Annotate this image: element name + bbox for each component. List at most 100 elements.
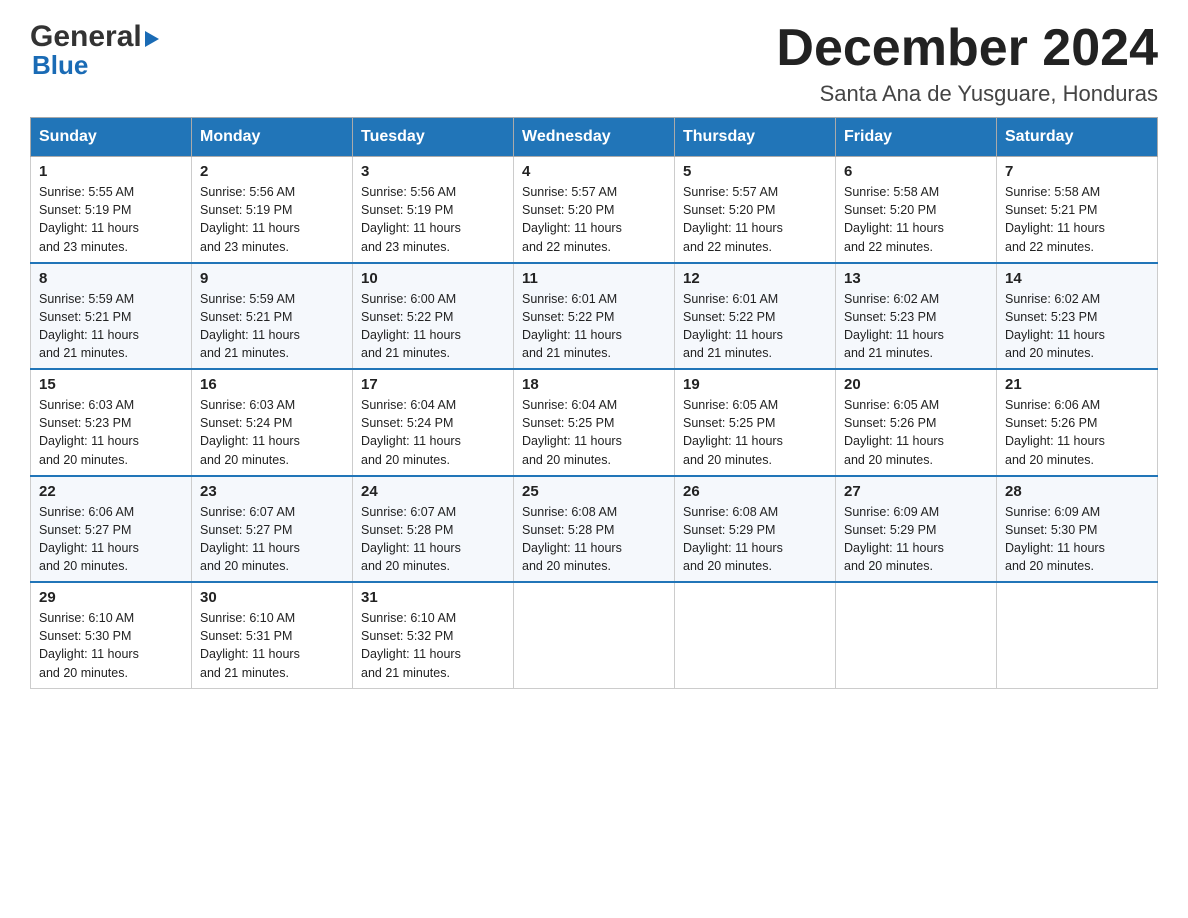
day-number-21: 21 bbox=[1005, 376, 1149, 393]
calendar-header-row: SundayMondayTuesdayWednesdayThursdayFrid… bbox=[31, 118, 1158, 157]
day-number-22: 22 bbox=[39, 483, 183, 500]
day-number-3: 3 bbox=[361, 163, 505, 180]
logo-blue: Blue bbox=[32, 50, 88, 81]
empty-cell bbox=[675, 582, 836, 688]
logo-general: General bbox=[30, 20, 142, 54]
day-info-9: Sunrise: 5:59 AMSunset: 5:21 PMDaylight:… bbox=[200, 290, 344, 363]
day-info-21: Sunrise: 6:06 AMSunset: 5:26 PMDaylight:… bbox=[1005, 396, 1149, 469]
day-info-24: Sunrise: 6:07 AMSunset: 5:28 PMDaylight:… bbox=[361, 503, 505, 576]
day-number-13: 13 bbox=[844, 270, 988, 287]
calendar-day-27: 27 Sunrise: 6:09 AMSunset: 5:29 PMDayligh… bbox=[836, 476, 997, 583]
calendar-day-8: 8 Sunrise: 5:59 AMSunset: 5:21 PMDaylight… bbox=[31, 263, 192, 370]
day-number-4: 4 bbox=[522, 163, 666, 180]
page-header: General Blue December 2024 Santa Ana de … bbox=[30, 20, 1158, 107]
day-number-25: 25 bbox=[522, 483, 666, 500]
calendar-day-6: 6 Sunrise: 5:58 AMSunset: 5:20 PMDaylight… bbox=[836, 157, 997, 263]
day-info-7: Sunrise: 5:58 AMSunset: 5:21 PMDaylight:… bbox=[1005, 183, 1149, 256]
day-info-23: Sunrise: 6:07 AMSunset: 5:27 PMDaylight:… bbox=[200, 503, 344, 576]
day-info-31: Sunrise: 6:10 AMSunset: 5:32 PMDaylight:… bbox=[361, 609, 505, 682]
day-number-7: 7 bbox=[1005, 163, 1149, 180]
calendar-day-1: 1Sunrise: 5:55 AMSunset: 5:19 PMDaylight… bbox=[31, 157, 192, 263]
calendar-day-20: 20 Sunrise: 6:05 AMSunset: 5:26 PMDayligh… bbox=[836, 369, 997, 476]
day-number-6: 6 bbox=[844, 163, 988, 180]
calendar-header-sunday: Sunday bbox=[31, 118, 192, 157]
page-subtitle: Santa Ana de Yusguare, Honduras bbox=[776, 81, 1158, 107]
calendar-week-5: 29Sunrise: 6:10 AMSunset: 5:30 PMDayligh… bbox=[31, 582, 1158, 688]
calendar-header-saturday: Saturday bbox=[997, 118, 1158, 157]
day-info-19: Sunrise: 6:05 AMSunset: 5:25 PMDaylight:… bbox=[683, 396, 827, 469]
day-info-22: Sunrise: 6:06 AMSunset: 5:27 PMDaylight:… bbox=[39, 503, 183, 576]
day-number-2: 2 bbox=[200, 163, 344, 180]
calendar-day-15: 15 Sunrise: 6:03 AMSunset: 5:23 PMDayligh… bbox=[31, 369, 192, 476]
day-info-18: Sunrise: 6:04 AMSunset: 5:25 PMDaylight:… bbox=[522, 396, 666, 469]
day-info-8: Sunrise: 5:59 AMSunset: 5:21 PMDaylight:… bbox=[39, 290, 183, 363]
empty-cell bbox=[514, 582, 675, 688]
day-info-27: Sunrise: 6:09 AMSunset: 5:29 PMDaylight:… bbox=[844, 503, 988, 576]
day-number-28: 28 bbox=[1005, 483, 1149, 500]
day-number-31: 31 bbox=[361, 589, 505, 606]
calendar-day-13: 13 Sunrise: 6:02 AMSunset: 5:23 PMDayligh… bbox=[836, 263, 997, 370]
calendar-week-3: 15 Sunrise: 6:03 AMSunset: 5:23 PMDayligh… bbox=[31, 369, 1158, 476]
day-info-28: Sunrise: 6:09 AMSunset: 5:30 PMDaylight:… bbox=[1005, 503, 1149, 576]
calendar-day-22: 22 Sunrise: 6:06 AMSunset: 5:27 PMDayligh… bbox=[31, 476, 192, 583]
day-info-14: Sunrise: 6:02 AMSunset: 5:23 PMDaylight:… bbox=[1005, 290, 1149, 363]
day-number-9: 9 bbox=[200, 270, 344, 287]
day-number-8: 8 bbox=[39, 270, 183, 287]
day-number-29: 29 bbox=[39, 589, 183, 606]
day-info-12: Sunrise: 6:01 AMSunset: 5:22 PMDaylight:… bbox=[683, 290, 827, 363]
day-info-15: Sunrise: 6:03 AMSunset: 5:23 PMDaylight:… bbox=[39, 396, 183, 469]
day-number-14: 14 bbox=[1005, 270, 1149, 287]
calendar-header-monday: Monday bbox=[192, 118, 353, 157]
day-info-30: Sunrise: 6:10 AMSunset: 5:31 PMDaylight:… bbox=[200, 609, 344, 682]
calendar-day-29: 29Sunrise: 6:10 AMSunset: 5:30 PMDayligh… bbox=[31, 582, 192, 688]
day-number-27: 27 bbox=[844, 483, 988, 500]
day-number-12: 12 bbox=[683, 270, 827, 287]
calendar-day-30: 30 Sunrise: 6:10 AMSunset: 5:31 PMDayligh… bbox=[192, 582, 353, 688]
day-number-18: 18 bbox=[522, 376, 666, 393]
day-number-17: 17 bbox=[361, 376, 505, 393]
day-info-6: Sunrise: 5:58 AMSunset: 5:20 PMDaylight:… bbox=[844, 183, 988, 256]
empty-cell bbox=[997, 582, 1158, 688]
calendar-header-friday: Friday bbox=[836, 118, 997, 157]
calendar-header-thursday: Thursday bbox=[675, 118, 836, 157]
day-number-10: 10 bbox=[361, 270, 505, 287]
calendar-header-wednesday: Wednesday bbox=[514, 118, 675, 157]
calendar-week-4: 22 Sunrise: 6:06 AMSunset: 5:27 PMDayligh… bbox=[31, 476, 1158, 583]
calendar-day-26: 26 Sunrise: 6:08 AMSunset: 5:29 PMDayligh… bbox=[675, 476, 836, 583]
day-info-16: Sunrise: 6:03 AMSunset: 5:24 PMDaylight:… bbox=[200, 396, 344, 469]
day-info-13: Sunrise: 6:02 AMSunset: 5:23 PMDaylight:… bbox=[844, 290, 988, 363]
day-info-11: Sunrise: 6:01 AMSunset: 5:22 PMDaylight:… bbox=[522, 290, 666, 363]
calendar-day-3: 3Sunrise: 5:56 AMSunset: 5:19 PMDaylight… bbox=[353, 157, 514, 263]
day-info-26: Sunrise: 6:08 AMSunset: 5:29 PMDaylight:… bbox=[683, 503, 827, 576]
day-number-19: 19 bbox=[683, 376, 827, 393]
day-info-2: Sunrise: 5:56 AMSunset: 5:19 PMDaylight:… bbox=[200, 183, 344, 256]
calendar-day-31: 31 Sunrise: 6:10 AMSunset: 5:32 PMDayligh… bbox=[353, 582, 514, 688]
day-number-24: 24 bbox=[361, 483, 505, 500]
calendar-header-tuesday: Tuesday bbox=[353, 118, 514, 157]
calendar-table: SundayMondayTuesdayWednesdayThursdayFrid… bbox=[30, 117, 1158, 689]
day-info-20: Sunrise: 6:05 AMSunset: 5:26 PMDaylight:… bbox=[844, 396, 988, 469]
calendar-day-18: 18 Sunrise: 6:04 AMSunset: 5:25 PMDayligh… bbox=[514, 369, 675, 476]
calendar-day-23: 23 Sunrise: 6:07 AMSunset: 5:27 PMDayligh… bbox=[192, 476, 353, 583]
calendar-day-16: 16Sunrise: 6:03 AMSunset: 5:24 PMDayligh… bbox=[192, 369, 353, 476]
calendar-day-2: 2 Sunrise: 5:56 AMSunset: 5:19 PMDaylight… bbox=[192, 157, 353, 263]
day-number-23: 23 bbox=[200, 483, 344, 500]
day-number-5: 5 bbox=[683, 163, 827, 180]
calendar-week-2: 8 Sunrise: 5:59 AMSunset: 5:21 PMDaylight… bbox=[31, 263, 1158, 370]
empty-cell bbox=[836, 582, 997, 688]
day-number-15: 15 bbox=[39, 376, 183, 393]
calendar-day-19: 19 Sunrise: 6:05 AMSunset: 5:25 PMDayligh… bbox=[675, 369, 836, 476]
day-number-11: 11 bbox=[522, 270, 666, 287]
day-info-25: Sunrise: 6:08 AMSunset: 5:28 PMDaylight:… bbox=[522, 503, 666, 576]
calendar-day-12: 12 Sunrise: 6:01 AMSunset: 5:22 PMDayligh… bbox=[675, 263, 836, 370]
day-number-20: 20 bbox=[844, 376, 988, 393]
calendar-day-24: 24 Sunrise: 6:07 AMSunset: 5:28 PMDayligh… bbox=[353, 476, 514, 583]
calendar-day-5: 5Sunrise: 5:57 AMSunset: 5:20 PMDaylight… bbox=[675, 157, 836, 263]
title-block: December 2024 Santa Ana de Yusguare, Hon… bbox=[776, 20, 1158, 107]
calendar-week-1: 1Sunrise: 5:55 AMSunset: 5:19 PMDaylight… bbox=[31, 157, 1158, 263]
calendar-day-25: 25 Sunrise: 6:08 AMSunset: 5:28 PMDayligh… bbox=[514, 476, 675, 583]
day-number-26: 26 bbox=[683, 483, 827, 500]
calendar-day-17: 17Sunrise: 6:04 AMSunset: 5:24 PMDayligh… bbox=[353, 369, 514, 476]
day-number-30: 30 bbox=[200, 589, 344, 606]
logo: General Blue bbox=[30, 20, 159, 81]
